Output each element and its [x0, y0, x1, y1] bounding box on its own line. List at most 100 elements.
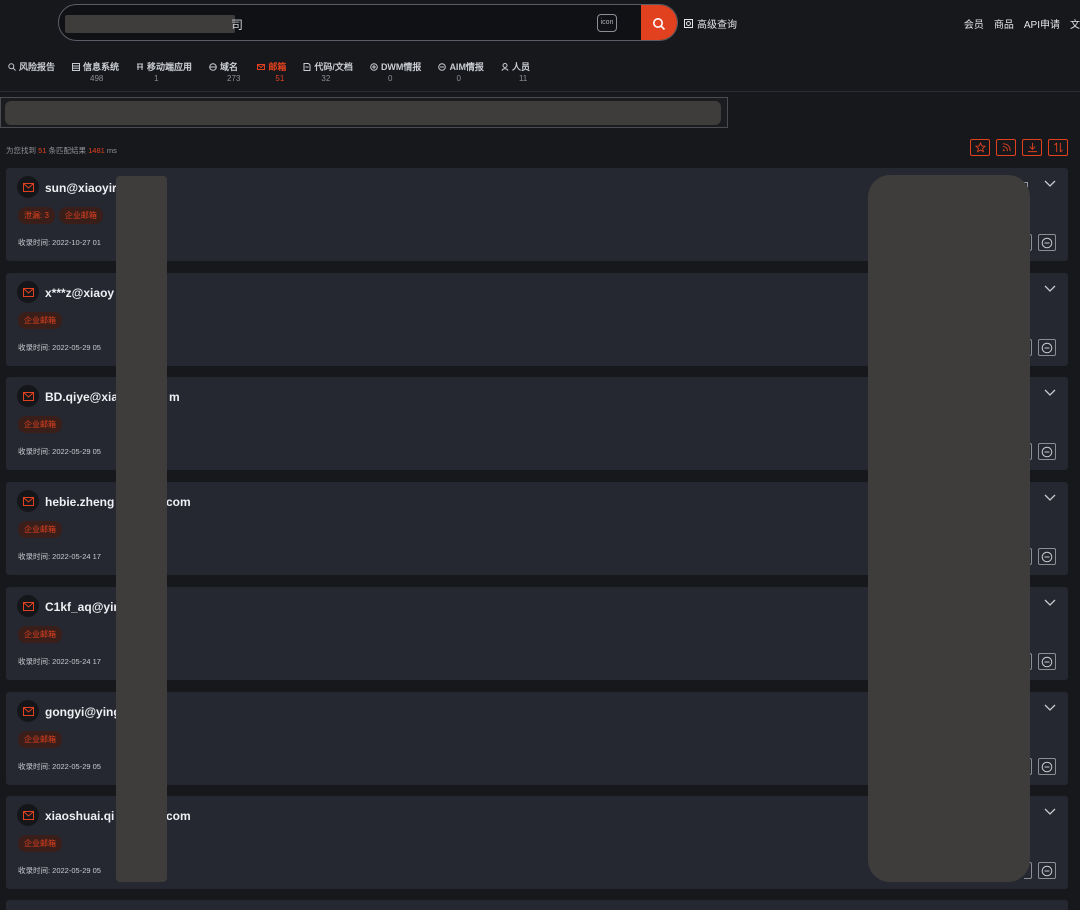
comment-button[interactable] — [1038, 548, 1056, 565]
category-tabs: 风险报告 信息系统 498 移动端应用 1 域名 273 邮箱 51 代码/文档… — [8, 60, 547, 83]
enterprise-mail-tag: 企业邮箱 — [58, 207, 103, 224]
mail-icon — [17, 700, 39, 722]
tab-label: 人员 — [511, 62, 530, 72]
email-address[interactable]: BD.qiye@xia — [45, 390, 118, 404]
tab-count: 0 — [456, 74, 461, 83]
chevron-down-icon[interactable] — [1044, 389, 1056, 397]
result-card-partial[interactable] — [6, 900, 1068, 910]
summary-ms: 1481 — [88, 146, 105, 155]
tab-mobile-app[interactable]: 移动端应用 1 — [136, 60, 192, 83]
enterprise-mail-tag: 企业邮箱 — [18, 521, 62, 538]
tab-aim-intel[interactable]: AIM情报 0 — [438, 60, 484, 83]
download-button[interactable] — [1022, 139, 1042, 156]
collected-time: 收录时间: 2022-05-24 17 — [18, 657, 101, 666]
redaction-block-left — [116, 176, 167, 882]
leak-tag: 泄漏: 3 — [18, 207, 55, 224]
mail-icon — [17, 490, 39, 512]
domain-icon — [209, 62, 217, 71]
tab-label: 域名 — [220, 62, 239, 72]
person-icon — [501, 62, 509, 71]
chevron-down-icon[interactable] — [1044, 599, 1056, 607]
comment-button[interactable] — [1038, 443, 1056, 460]
email-address[interactable]: hebie.zheng — [45, 495, 114, 509]
nav-link-truncated[interactable]: 文 — [1070, 16, 1080, 31]
sort-button[interactable] — [1048, 139, 1068, 156]
summary-middle: 条匹配结果 — [48, 146, 87, 155]
enterprise-mail-tag: 企业邮箱 — [18, 312, 62, 329]
email-address-tail: m — [169, 390, 180, 404]
comment-button[interactable] — [1038, 234, 1056, 251]
collected-time: 收录时间: 2022-05-29 05 — [18, 866, 101, 875]
comment-icon — [1041, 551, 1053, 562]
mail-icon — [17, 595, 39, 617]
comment-icon — [1041, 865, 1053, 876]
summary-prefix: 为您找到 — [6, 146, 36, 155]
tab-count: 0 — [387, 74, 393, 83]
search-input-value[interactable]: 司 — [231, 16, 243, 33]
email-address[interactable]: sun@xiaoyir — [45, 181, 117, 195]
mail-icon — [17, 176, 39, 198]
result-summary: 为您找到 51 条匹配结果 1481 ms — [6, 145, 117, 156]
dwm-icon — [370, 62, 378, 71]
nav-link-api[interactable]: API申请 — [1024, 16, 1060, 31]
enterprise-mail-tag: 企业邮箱 — [18, 626, 62, 643]
tab-label: 邮箱 — [268, 62, 287, 72]
comment-icon — [1041, 446, 1053, 457]
collected-time: 收录时间: 2022-05-29 05 — [18, 447, 101, 456]
tab-email[interactable]: 邮箱 51 — [257, 60, 286, 83]
summary-suffix: ms — [106, 146, 117, 155]
tab-risk-report[interactable]: 风险报告 — [8, 60, 55, 83]
tab-count: 32 — [321, 74, 331, 83]
advanced-search-icon — [684, 18, 693, 28]
comment-button[interactable] — [1038, 339, 1056, 356]
collected-time: 收录时间: 2022-05-29 05 — [18, 343, 101, 352]
email-address[interactable]: xiaoshuai.qi — [45, 809, 114, 823]
tab-people[interactable]: 人员 11 — [501, 60, 530, 83]
mail-icon — [17, 385, 39, 407]
mobile-app-icon — [137, 63, 144, 70]
divider — [0, 91, 1080, 92]
download-icon — [1027, 142, 1037, 153]
email-address[interactable]: x***z@xiaoy — [45, 286, 114, 300]
comment-icon — [1041, 656, 1053, 667]
search-button[interactable] — [641, 5, 677, 40]
email-address-tail: com — [166, 809, 191, 823]
chevron-down-icon[interactable] — [1044, 808, 1056, 816]
comment-icon — [1041, 342, 1053, 353]
chevron-down-icon[interactable] — [1044, 180, 1056, 188]
search-box[interactable]: 司 icon — [58, 4, 678, 41]
mail-icon — [17, 281, 39, 303]
tab-code-docs[interactable]: 代码/文档 32 — [303, 60, 353, 83]
tab-count: 498 — [90, 74, 104, 83]
enterprise-mail-tag: 企业邮箱 — [18, 835, 62, 852]
tab-domain[interactable]: 域名 273 — [209, 60, 240, 83]
rss-button[interactable] — [996, 139, 1016, 156]
summary-count: 51 — [38, 146, 47, 155]
nav-link-products[interactable]: 商品 — [994, 16, 1014, 31]
rss-icon — [1002, 143, 1011, 152]
nav-link-member[interactable]: 会员 — [964, 16, 984, 31]
result-toolbar — [970, 139, 1068, 156]
chevron-down-icon[interactable] — [1044, 704, 1056, 712]
email-address[interactable]: gongyi@ying — [45, 705, 121, 719]
comment-icon — [1041, 761, 1053, 772]
comment-button[interactable] — [1038, 862, 1056, 879]
tab-info-system[interactable]: 信息系统 498 — [72, 60, 119, 83]
favorite-button[interactable] — [970, 139, 990, 156]
comment-icon — [1041, 237, 1053, 248]
tab-label: AIM情报 — [449, 62, 484, 72]
redacted-search-text — [65, 15, 235, 33]
redaction-block-right — [868, 175, 1030, 882]
tab-dwm-intel[interactable]: DWM情报 0 — [370, 60, 421, 83]
advanced-search-link[interactable]: 高级查询 — [684, 16, 737, 31]
comment-button[interactable] — [1038, 653, 1056, 670]
collected-time: 收录时间: 2022-10-27 01 — [18, 238, 101, 247]
filter-input[interactable] — [0, 97, 728, 128]
chevron-down-icon[interactable] — [1044, 285, 1056, 293]
top-nav-links: 会员 商品 API申请 文 — [964, 16, 1080, 31]
chevron-down-icon[interactable] — [1044, 494, 1056, 502]
tab-count: 11 — [518, 74, 528, 83]
comment-button[interactable] — [1038, 758, 1056, 775]
email-address[interactable]: C1kf_aq@yir — [45, 600, 118, 614]
icon-search-toggle[interactable]: icon — [597, 14, 617, 32]
